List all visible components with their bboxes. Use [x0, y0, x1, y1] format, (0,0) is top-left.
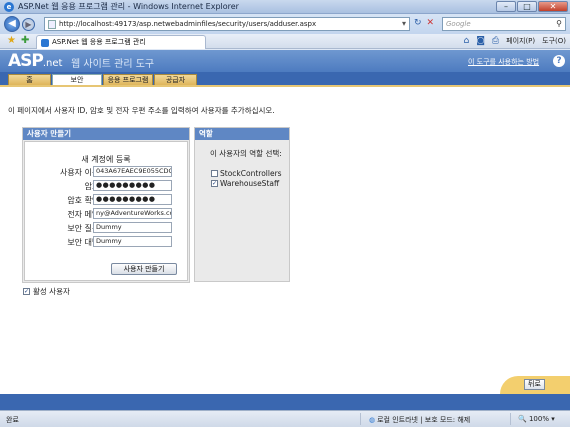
zoom-level[interactable]: 🔍 100% ▾ [518, 415, 555, 423]
role-label: WarehouseStaff [220, 179, 280, 188]
username-field[interactable]: 043A67EAEC9E055CDC6 [93, 166, 172, 177]
roles-hint: 이 사용자의 역할 선택: [210, 149, 282, 158]
create-user-panel: 사용자 만들기 새 계정에 등록 사용자 이름: 043A67EAEC9E055… [22, 127, 190, 283]
create-user-heading: 사용자 만들기 [23, 128, 189, 140]
site-admin-title: 웹 사이트 관리 도구 [71, 59, 155, 70]
security-question-field[interactable]: Dummy [93, 222, 172, 233]
command-buttons: ⌂ ◙ ⎙ 페이지(P) 도구(O) [463, 36, 566, 46]
active-user-label: 활성 사용자 [33, 287, 70, 296]
address-bar: ◀ ▶ http://localhost:49173/asp.netwebadm… [0, 14, 570, 34]
window-title-bar: e ASP.Net 웹 응용 프로그램 관리 - Windows Interne… [0, 0, 570, 14]
print-icon[interactable]: ⎙ [492, 36, 499, 46]
tab-home[interactable]: 홈 [8, 74, 51, 85]
confirm-password-field[interactable]: ●●●●●●●●● [93, 194, 172, 205]
site-tab-strip: 홈 보안 응용 프로그램 공급자 [0, 72, 570, 85]
ie-logo-icon: e [4, 1, 14, 12]
roles-panel: 역할 이 사용자의 역할 선택: StockControllers ✓ Ware… [194, 127, 290, 282]
stop-icon[interactable]: ✕ [427, 18, 435, 28]
window-title: ASP.Net 웹 응용 프로그램 관리 - Windows Internet … [18, 2, 239, 11]
add-favorite-icon[interactable]: ✚ [21, 35, 29, 46]
password-field[interactable]: ●●●●●●●●● [93, 180, 172, 191]
active-user-option[interactable]: ✓ 활성 사용자 [23, 286, 70, 297]
dropdown-arrow-icon[interactable]: ▾ [402, 19, 406, 28]
role-label: StockControllers [220, 169, 282, 178]
help-icon[interactable]: ? [553, 55, 565, 67]
search-placeholder: Google [446, 20, 471, 28]
maximize-button[interactable]: □ [517, 1, 537, 12]
create-user-button[interactable]: 사용자 만들기 [111, 263, 177, 275]
tab-providers[interactable]: 공급자 [154, 74, 197, 85]
feeds-icon[interactable]: ◙ [476, 36, 485, 46]
window-controls: – □ ✕ [496, 1, 568, 12]
asp-net-logo: ASP.net [8, 51, 63, 71]
email-field[interactable]: ny@AdventureWorks.com [93, 208, 172, 219]
browser-tab-label: ASP.Net 웹 응용 프로그램 관리 [52, 38, 146, 46]
role-option[interactable]: ✓ WarehouseStaff [211, 179, 279, 188]
url-field[interactable]: http://localhost:49173/asp.netwebadminfi… [44, 17, 410, 31]
status-divider [510, 413, 511, 425]
refresh-icon[interactable]: ↻ [414, 18, 422, 28]
page-icon [48, 19, 56, 29]
intro-text: 이 페이지에서 사용자 ID, 암호 및 전자 우편 주소를 입력하여 사용자를… [8, 106, 275, 115]
tools-menu[interactable]: 도구(O) [542, 36, 566, 46]
footer-bar [0, 394, 570, 410]
forward-nav-icon[interactable]: ▶ [22, 17, 35, 31]
globe-icon: ◍ [369, 416, 376, 424]
browser-tab[interactable]: ASP.Net 웹 응용 프로그램 관리 [36, 35, 206, 49]
tab-underline [0, 85, 570, 87]
minimize-button[interactable]: – [496, 1, 516, 12]
home-icon[interactable]: ⌂ [463, 36, 469, 46]
page-menu[interactable]: 페이지(P) [506, 36, 535, 46]
close-button[interactable]: ✕ [538, 1, 568, 12]
help-link[interactable]: 이 도구를 사용하는 방법 [468, 57, 539, 67]
command-bar: ★ ✚ ASP.Net 웹 응용 프로그램 관리 ⌂ ◙ ⎙ 페이지(P) 도구… [0, 34, 570, 49]
security-zone[interactable]: ◍ 로컬 인트라넷 | 보호 모드: 해제 [369, 415, 470, 425]
tab-security[interactable]: 보안 [52, 74, 102, 85]
back-button[interactable]: 뒤로 [524, 379, 545, 390]
search-icon[interactable]: ⚲ [556, 18, 562, 30]
status-divider [360, 413, 361, 425]
roles-heading: 역할 [195, 128, 289, 140]
status-bar: 완료 ◍ 로컬 인트라넷 | 보호 모드: 해제 🔍 100% ▾ [0, 410, 570, 427]
asp-header: ASP.net 웹 사이트 관리 도구 이 도구를 사용하는 방법 ? [0, 50, 570, 72]
tab-application[interactable]: 응용 프로그램 [103, 74, 153, 85]
page-content: ASP.net 웹 사이트 관리 도구 이 도구를 사용하는 방법 ? 홈 보안… [0, 50, 570, 410]
address-tools: ↻ ✕ [414, 18, 434, 28]
role-option[interactable]: StockControllers [211, 169, 282, 178]
status-text: 완료 [6, 416, 19, 424]
create-user-form: 새 계정에 등록 사용자 이름: 043A67EAEC9E055CDC6 암호:… [24, 141, 188, 281]
form-title: 새 계정에 등록 [81, 155, 131, 164]
role-checkbox[interactable] [211, 170, 218, 177]
back-nav-icon[interactable]: ◀ [4, 16, 20, 32]
search-input[interactable]: Google ⚲ [442, 17, 566, 31]
url-text: http://localhost:49173/asp.netwebadminfi… [59, 20, 317, 28]
active-user-checkbox[interactable]: ✓ [23, 288, 30, 295]
role-checkbox[interactable]: ✓ [211, 180, 218, 187]
tab-page-icon [41, 38, 49, 47]
favorites-star-icon[interactable]: ★ [7, 35, 16, 46]
security-answer-field[interactable]: Dummy [93, 236, 172, 247]
